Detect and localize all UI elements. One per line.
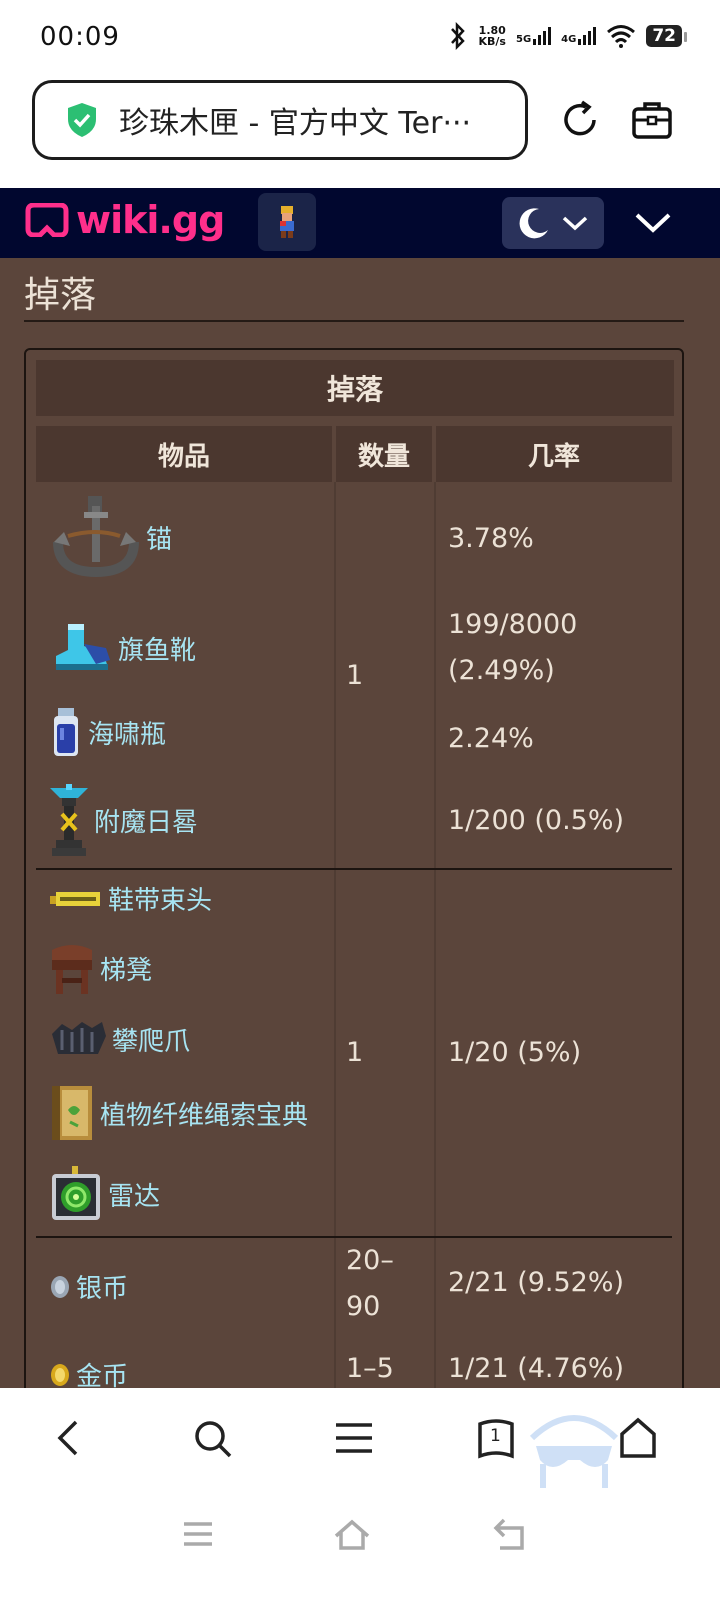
chance-cell: 2/21 (9.52%): [448, 1267, 625, 1298]
item-name-link[interactable]: 攀爬爪: [112, 1021, 190, 1058]
chance-cell: 199/8000: [448, 609, 578, 640]
quantity-cell: 90: [346, 1291, 381, 1322]
item-name-link[interactable]: 金币: [76, 1356, 128, 1388]
quantity-cell: 1–5: [346, 1353, 394, 1384]
section-heading: 掉落: [24, 275, 97, 316]
list-item[interactable]: 银币: [48, 1268, 128, 1305]
eye-mask-icon: [529, 1415, 619, 1488]
item-name-link[interactable]: 鞋带束头: [108, 880, 212, 917]
sailfish-boots-icon: [56, 624, 110, 670]
chance-cell: 1/20 (5%): [448, 1037, 582, 1068]
list-item[interactable]: 附魔日晷: [48, 782, 198, 858]
wifi-icon: [607, 25, 636, 48]
item-name-link[interactable]: 雷达: [108, 1176, 160, 1213]
shoelace-aglet-icon: [50, 891, 100, 906]
list-item[interactable]: 鞋带束头: [48, 880, 212, 917]
list-item[interactable]: 金币: [48, 1356, 128, 1388]
silver-coin-icon: [51, 1275, 69, 1298]
tsunami-bottle-icon: [54, 708, 78, 756]
item-name-link[interactable]: 植物纤维绳索宝典: [100, 1095, 308, 1132]
system-back-icon[interactable]: [490, 1514, 530, 1554]
chevron-down-icon: [562, 216, 588, 231]
theme-toggle-button[interactable]: [502, 197, 604, 249]
column-separator: [334, 482, 336, 1388]
menu-chevron-down-icon[interactable]: [634, 204, 672, 242]
security-shield-icon: [68, 103, 96, 137]
quantity-cell: 20–: [346, 1245, 394, 1276]
item-name-link[interactable]: 旗鱼靴: [118, 630, 196, 667]
gold-coin-icon: [51, 1363, 69, 1386]
drops-table: 掉落 物品 数量 几率 锚 旗鱼靴 海啸瓶 附魔日晷 1 3.78% 199/8…: [24, 348, 684, 1388]
column-separator: [434, 482, 436, 1388]
recent-apps-icon[interactable]: [178, 1514, 218, 1554]
header-item: 物品: [36, 426, 332, 482]
moon-icon: [519, 208, 548, 239]
chance-cell: 2.24%: [448, 723, 534, 754]
item-name-link[interactable]: 锚: [146, 519, 172, 556]
fiber-rope-tome-icon: [52, 1086, 92, 1140]
climbing-claws-icon: [52, 1022, 106, 1054]
tab-count: 1: [490, 1426, 501, 1446]
page-title-url: 珍珠木匣 - 官方中文 Ter···: [119, 106, 472, 141]
guide-sprite-icon: [280, 206, 294, 238]
quantity-cell: 1: [346, 660, 364, 691]
chance-cell: 3.78%: [448, 523, 534, 554]
network-speed: 1.80 KB/s: [478, 24, 506, 48]
wiki-header: wiki.gg: [0, 188, 720, 258]
battery-indicator: 72: [646, 25, 687, 47]
quantity-cell: 1: [346, 1037, 364, 1068]
menu-icon[interactable]: [332, 1416, 376, 1460]
list-item[interactable]: 锚: [48, 492, 172, 582]
signal-bars-icon: [533, 27, 552, 45]
system-home-icon[interactable]: [332, 1514, 372, 1554]
chance-cell: (2.49%): [448, 655, 555, 686]
list-item[interactable]: 攀爬爪: [48, 1016, 190, 1062]
chance-cell: 1/21 (4.76%): [448, 1353, 625, 1384]
chance-cell: 1/200 (0.5%): [448, 805, 625, 836]
logo-text: wiki.gg: [76, 198, 225, 242]
address-bar[interactable]: 珍珠木匣 - 官方中文 Ter···: [32, 80, 528, 160]
tabs-button[interactable]: 1: [474, 1416, 518, 1460]
toolbox-icon[interactable]: [630, 98, 674, 142]
list-item[interactable]: 梯凳: [48, 940, 152, 996]
list-item[interactable]: 旗鱼靴: [48, 620, 196, 676]
item-name-link: 附魔日晷: [94, 807, 199, 838]
browser-bottom-nav: 1: [0, 1388, 720, 1488]
item-name-link[interactable]: 银币: [76, 1268, 128, 1305]
list-item[interactable]: 植物纤维绳索宝典: [48, 1082, 308, 1144]
search-icon[interactable]: [190, 1416, 234, 1460]
home-icon[interactable]: [616, 1416, 660, 1460]
list-item[interactable]: 雷达: [48, 1164, 160, 1224]
header-chance: 几率: [436, 426, 672, 482]
step-stool-icon: [52, 945, 92, 994]
wiki-gg-logo[interactable]: wiki.gg: [24, 198, 225, 242]
anchor-icon: [53, 496, 139, 578]
status-icons: 1.80 KB/s 5G 4G 72: [447, 22, 687, 50]
table-caption: 掉落: [36, 360, 674, 416]
wiki-gg-logo-mark-icon: [25, 203, 69, 237]
signal-4g: 4G: [561, 27, 597, 45]
terraria-character-icon[interactable]: [258, 193, 316, 251]
signal-5g: 5G: [516, 27, 552, 45]
row-divider: [36, 868, 672, 870]
status-bar: 00:09 1.80 KB/s 5G 4G 72: [0, 0, 720, 78]
reload-icon[interactable]: [558, 98, 602, 142]
header-quantity: 数量: [336, 426, 432, 482]
list-item[interactable]: 海啸瓶: [48, 706, 166, 758]
clock: 00:09: [40, 22, 120, 52]
enchanted-sundial-icon: [50, 784, 88, 856]
radar-icon: [52, 1166, 100, 1220]
signal-bars-icon: [578, 27, 597, 45]
section-divider: [24, 320, 684, 322]
browser-toolbar: 珍珠木匣 - 官方中文 Ter···: [0, 78, 720, 188]
bluetooth-icon: [450, 22, 465, 50]
page-content: 掉落 掉落 物品 数量 几率 锚 旗鱼靴 海啸瓶 附魔日晷 1 3.78% 19…: [0, 258, 720, 1388]
item-name-link[interactable]: 海啸瓶: [88, 714, 166, 751]
system-navigation-bar: [0, 1488, 720, 1600]
back-icon[interactable]: [48, 1416, 92, 1460]
item-name-link[interactable]: 梯凳: [100, 950, 152, 987]
